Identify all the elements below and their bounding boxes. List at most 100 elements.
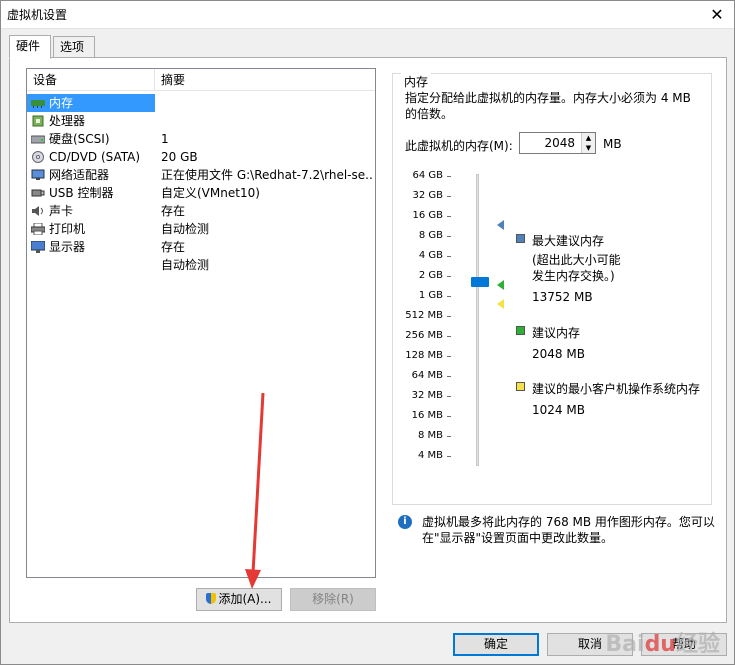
- scale-tick-label: 8 MB: [417, 430, 443, 441]
- device-summary: 存在: [161, 204, 186, 218]
- scale-tick-mark: [447, 276, 451, 277]
- info-text: 虚拟机最多将此内存的 768 MB 用作图形内存。您可以在"显示器"设置页面中更…: [422, 515, 715, 545]
- scale-tick-mark: [447, 196, 451, 197]
- scale-tick-label: 8 GB: [418, 230, 443, 241]
- scale-tick-mark: [447, 256, 451, 257]
- ok-button[interactable]: 确定: [453, 633, 539, 656]
- watermark-logo: Baidu经验: [605, 632, 720, 657]
- memory-group-title: 内存: [401, 73, 432, 90]
- device-summary: 存在: [161, 240, 186, 254]
- legend-swatch: [516, 382, 525, 391]
- memory-description: 指定分配给此虚拟机的内存量。内存大小必须为 4 MB 的倍数。: [405, 91, 691, 121]
- memory-unit: MB: [603, 137, 622, 151]
- spin-down-icon[interactable]: ▼: [581, 143, 595, 153]
- legend-note: (超出此大小可能发生内存交换。): [532, 253, 621, 283]
- device-name: 内存: [49, 96, 74, 110]
- device-name: CD/DVD (SATA): [49, 150, 141, 164]
- add-button-label: 添加(A)...: [218, 592, 272, 606]
- scale-tick-mark: [447, 216, 451, 217]
- cd-dvd-icon: [31, 150, 45, 163]
- device-summary: 2 GB: [161, 114, 190, 128]
- vm-settings-window: 虚拟机设置 ✕ 硬件 选项 设备 摘要 内存 2 GB 处理器 1 硬盘(SCSI) 20…: [0, 0, 735, 665]
- device-cell: 打印机: [30, 220, 156, 238]
- disk-icon: [30, 132, 46, 144]
- scale-tick-label: 512 MB: [405, 310, 443, 321]
- column-header-summary[interactable]: 摘要: [155, 69, 375, 91]
- scale-tick-mark: [447, 316, 451, 317]
- device-name: 处理器: [49, 114, 86, 128]
- device-cell: CD/DVD (SATA): [31, 148, 156, 166]
- column-header-device[interactable]: 设备: [27, 69, 155, 91]
- scale-tick-label: 128 MB: [405, 350, 443, 361]
- device-summary: 正在使用文件 G:\Redhat-7.2\rhel-se...: [161, 168, 373, 182]
- scale-tick-mark: [447, 336, 451, 337]
- scale-tick-label: 32 MB: [411, 390, 443, 401]
- scale-tick-label: 4 MB: [417, 450, 443, 461]
- scale-tick-label: 32 GB: [412, 190, 443, 201]
- device-cell: 声卡: [31, 202, 156, 220]
- memory-slider-thumb[interactable]: [471, 277, 489, 287]
- scale-tick-label: 256 MB: [405, 330, 443, 341]
- device-name: 声卡: [49, 204, 74, 218]
- spin-up-icon[interactable]: ▲: [581, 133, 595, 143]
- memory-slider-track[interactable]: [476, 174, 479, 466]
- memory-group: 内存 指定分配给此虚拟机的内存量。内存大小必须为 4 MB 的倍数。 此虚拟机的…: [392, 73, 712, 505]
- scale-tick-mark: [447, 436, 451, 437]
- memory-input-value: 2048: [544, 136, 575, 150]
- printer-icon: [30, 222, 46, 236]
- max-recommended-marker-icon: [497, 220, 504, 230]
- legend-swatch: [516, 326, 525, 335]
- device-cell: USB 控制器: [31, 184, 156, 202]
- scale-tick-mark: [447, 416, 451, 417]
- legend-value: 2048 MB: [532, 347, 585, 361]
- info-icon: i: [398, 515, 412, 529]
- scale-tick-label: 16 GB: [412, 210, 443, 221]
- scale-tick-label: 16 MB: [411, 410, 443, 421]
- list-header: 设备 摘要: [27, 69, 375, 91]
- device-summary: 1: [161, 132, 169, 146]
- hardware-panel: 设备 摘要 内存 2 GB 处理器 1 硬盘(SCSI) 20 GB CD/DVD (SAT…: [9, 57, 727, 623]
- min-guest-marker-icon: [497, 299, 504, 309]
- device-row[interactable]: 内存 2 GB: [27, 94, 375, 128]
- legend-title: 最大建议内存: [532, 234, 605, 248]
- device-name: 硬盘(SCSI): [49, 132, 110, 146]
- tab-options[interactable]: 选项: [53, 36, 95, 58]
- device-summary: 自动检测: [161, 222, 210, 236]
- device-cell: 处理器: [31, 112, 156, 130]
- legend-title: 建议内存: [532, 326, 581, 340]
- tab-hardware[interactable]: 硬件: [9, 35, 51, 59]
- cpu-icon: [31, 114, 45, 127]
- scale-tick-mark: [447, 176, 451, 177]
- scale-tick-mark: [447, 376, 451, 377]
- window-title: 虚拟机设置: [7, 8, 68, 22]
- device-name: USB 控制器: [49, 186, 114, 200]
- shield-icon: [206, 593, 217, 604]
- device-name: 显示器: [49, 240, 86, 254]
- scale-tick-mark: [447, 396, 451, 397]
- legend-value: 1024 MB: [532, 403, 585, 417]
- network-icon: [31, 168, 45, 180]
- device-summary: 自动检测: [161, 258, 210, 272]
- device-cell: 硬盘(SCSI): [30, 130, 156, 148]
- scale-tick-mark: [447, 456, 451, 457]
- device-name: 网络适配器: [49, 168, 110, 182]
- close-icon[interactable]: ✕: [702, 1, 732, 29]
- display-icon: [30, 240, 46, 253]
- remove-button[interactable]: 移除(R): [290, 588, 376, 611]
- usb-icon: [31, 186, 45, 198]
- device-cell: 内存: [31, 94, 156, 112]
- scale-tick-label: 4 GB: [418, 250, 443, 261]
- legend-swatch: [516, 234, 525, 243]
- scale-tick-mark: [447, 356, 451, 357]
- sound-icon: [31, 204, 45, 216]
- device-summary: 20 GB: [161, 150, 198, 164]
- scale-tick-mark: [447, 236, 451, 237]
- add-button[interactable]: 添加(A)...: [196, 588, 282, 611]
- scale-tick-label: 1 GB: [418, 290, 443, 301]
- scale-tick-label: 64 MB: [411, 370, 443, 381]
- device-cell: 网络适配器: [31, 166, 156, 184]
- device-summary: 自定义(VMnet10): [161, 186, 260, 200]
- memory-input[interactable]: 2048 ▲ ▼: [519, 132, 596, 154]
- recommended-marker-icon: [497, 280, 504, 290]
- memory-input-label: 此虚拟机的内存(M):: [405, 139, 513, 153]
